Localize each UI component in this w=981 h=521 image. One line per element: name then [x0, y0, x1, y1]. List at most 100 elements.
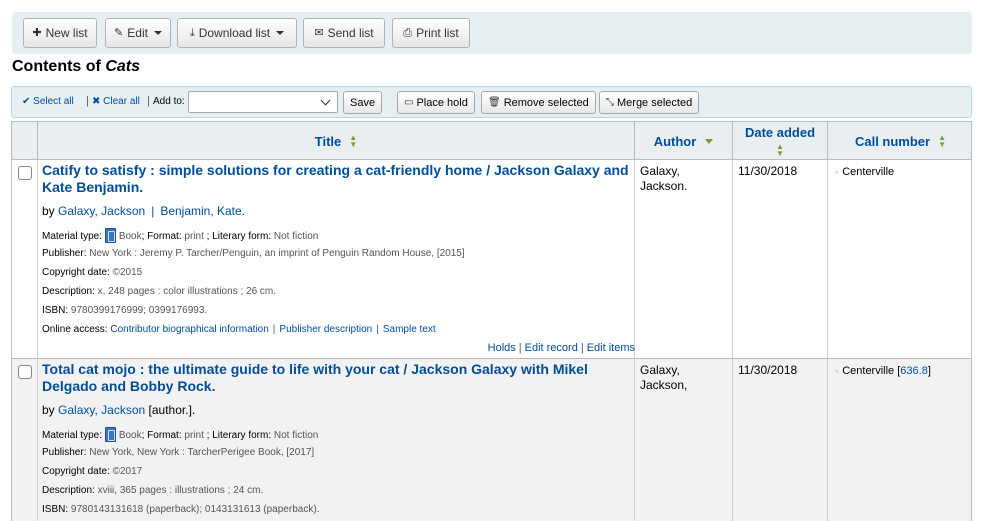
close-icon: ✖: [92, 96, 101, 107]
row-select-checkbox[interactable]: [18, 166, 32, 180]
author-link[interactable]: Benjamin, Kate.: [160, 204, 245, 218]
separator: |: [147, 95, 150, 107]
check-icon: ✔: [22, 96, 31, 107]
compress-icon: ⤡: [606, 97, 614, 108]
material-type-line: Material type: Book; Format: print ; Lit…: [42, 228, 318, 243]
download-icon: ⤓: [189, 26, 195, 39]
page-title: Contents of Cats: [12, 58, 140, 76]
by-label: by: [42, 403, 55, 417]
download-list-label: Download list: [198, 26, 271, 40]
publisher-line: Publisher: New York : Jeremy P. Tarcher/…: [42, 248, 465, 259]
sort-author-header[interactable]: Author: [635, 122, 733, 160]
location-icon: ◦: [835, 167, 839, 177]
download-list-dropdown-button[interactable]: ⤓ Download list: [177, 18, 297, 48]
book-icon: [104, 427, 116, 442]
page-title-prefix: Contents of: [12, 58, 101, 75]
pencil-icon: ✎: [114, 26, 124, 39]
byline: by Galaxy, Jackson [author.].: [42, 403, 196, 417]
date-added-cell: 11/30/2018: [738, 363, 798, 377]
plus-icon: ✚: [32, 26, 42, 39]
contributor-info-link[interactable]: Contributor biographical information: [110, 324, 268, 335]
send-list-label: Send list: [327, 26, 374, 40]
caret-down-icon: [153, 31, 162, 35]
new-list-label: New list: [45, 26, 88, 40]
byline: by Galaxy, Jackson | Benjamin, Kate.: [42, 204, 246, 218]
place-hold-button[interactable]: ▭ Place hold: [397, 91, 475, 114]
send-list-button[interactable]: ✉ Send list: [303, 18, 385, 48]
row-select-checkbox[interactable]: [18, 365, 32, 379]
call-number-cell: ◦ Centerville [636.8]: [835, 365, 931, 377]
title-header-label: Title: [314, 133, 342, 149]
merge-selected-button[interactable]: ⤡ Merge selected: [599, 91, 700, 114]
sticky-note-icon: ▭: [404, 97, 414, 108]
record-title-link[interactable]: Total cat mojo : the ultimate guide to l…: [42, 361, 632, 395]
record-actions: Holds | Edit record | Edit items: [487, 342, 635, 354]
publisher-line: Publisher: New York, New York : TarcherP…: [42, 447, 315, 458]
location-icon: ◦: [835, 366, 839, 376]
record-title-link[interactable]: Catify to satisfy : simple solutions for…: [42, 162, 632, 196]
trash-icon: 🗑: [488, 97, 501, 108]
online-access-line: Online access: Contributor biographical …: [42, 324, 436, 335]
save-button[interactable]: Save: [343, 91, 383, 114]
place-hold-label: Place hold: [416, 96, 468, 109]
list-name: Cats: [105, 58, 141, 75]
author-link[interactable]: Galaxy, Jackson: [58, 403, 145, 417]
edit-items-link[interactable]: Edit items: [587, 342, 635, 354]
chevron-down-icon: [320, 95, 331, 106]
select-all-link[interactable]: ✔ Select all: [22, 96, 74, 107]
sort-call-number-header[interactable]: Call number ▲ ▼: [828, 122, 971, 160]
printer-icon: ⎙: [403, 26, 413, 39]
call-number-link[interactable]: 636.8: [900, 365, 928, 377]
description-line: Description: x, 248 pages : color illust…: [42, 286, 277, 297]
edit-label: Edit: [127, 26, 148, 40]
add-to-label: Add to:: [153, 96, 185, 107]
sort-both-icon: ▲ ▼: [349, 133, 358, 149]
holds-link[interactable]: Holds: [488, 342, 516, 354]
print-list-button[interactable]: ⎙ Print list: [392, 18, 470, 48]
remove-selected-button[interactable]: 🗑 Remove selected: [481, 91, 596, 114]
sort-descending-icon: [705, 138, 714, 144]
book-icon: [104, 228, 116, 243]
envelope-icon: ✉: [314, 26, 324, 39]
header-checkbox-column: [12, 122, 38, 160]
sort-both-icon: ▲ ▼: [776, 142, 784, 158]
clear-all-label: Clear all: [103, 96, 140, 107]
table-row: Catify to satisfy : simple solutions for…: [12, 160, 971, 359]
table-header: Title ▲ ▼ Author Date added ▲ ▼ Call numbe…: [12, 122, 971, 160]
publisher-description-link[interactable]: Publisher description: [279, 324, 372, 335]
save-label: Save: [350, 96, 376, 109]
date-added-cell: 11/30/2018: [738, 164, 798, 178]
date-added-header-label: Date added: [744, 125, 816, 140]
isbn-line: ISBN: 9780143131618 (paperback); 0143131…: [42, 504, 320, 515]
table-row: Total cat mojo : the ultimate guide to l…: [12, 359, 971, 521]
author-cell: Galaxy, Jackson,: [640, 363, 688, 392]
isbn-line: ISBN: 9780399176999; 0399176993.: [42, 305, 208, 316]
call-number-cell: ◦ Centerville: [835, 166, 895, 178]
sort-title-header[interactable]: Title ▲ ▼: [38, 122, 635, 160]
author-cell: Galaxy, Jackson.: [640, 164, 688, 193]
sort-both-icon: ▲ ▼: [938, 133, 947, 149]
selection-toolbar: ✔ Select all | ✖ Clear all | Add to: Sav…: [11, 86, 972, 118]
material-type-line: Material type: Book; Format: print ; Lit…: [42, 427, 318, 442]
copyright-line: Copyright date: ©2015: [42, 267, 143, 278]
caret-down-icon: [276, 31, 285, 35]
call-number-header-label: Call number: [854, 133, 931, 149]
sort-date-added-header[interactable]: Date added ▲ ▼: [733, 122, 828, 160]
merge-selected-label: Merge selected: [617, 96, 693, 109]
copyright-line: Copyright date: ©2017: [42, 466, 143, 477]
author-header-label: Author: [653, 133, 697, 149]
results-table: Title ▲ ▼ Author Date added ▲ ▼ Call numbe…: [11, 121, 972, 521]
author-link[interactable]: Galaxy, Jackson: [58, 204, 145, 218]
edit-dropdown-button[interactable]: ✎ Edit: [105, 18, 171, 48]
clear-all-link[interactable]: ✖ Clear all: [92, 96, 140, 107]
new-list-button[interactable]: ✚ New list: [23, 18, 97, 48]
print-list-label: Print list: [416, 26, 459, 40]
list-toolbar: ✚ New list ✎ Edit ⤓ Download list ✉ Send…: [12, 12, 972, 54]
sample-text-link[interactable]: Sample text: [383, 324, 436, 335]
add-to-select[interactable]: [188, 91, 338, 113]
description-line: Description: xviii, 365 pages : illustra…: [42, 485, 264, 496]
select-all-label: Select all: [33, 96, 74, 107]
remove-selected-label: Remove selected: [503, 96, 589, 109]
edit-record-link[interactable]: Edit record: [525, 342, 578, 354]
by-label: by: [42, 204, 55, 218]
